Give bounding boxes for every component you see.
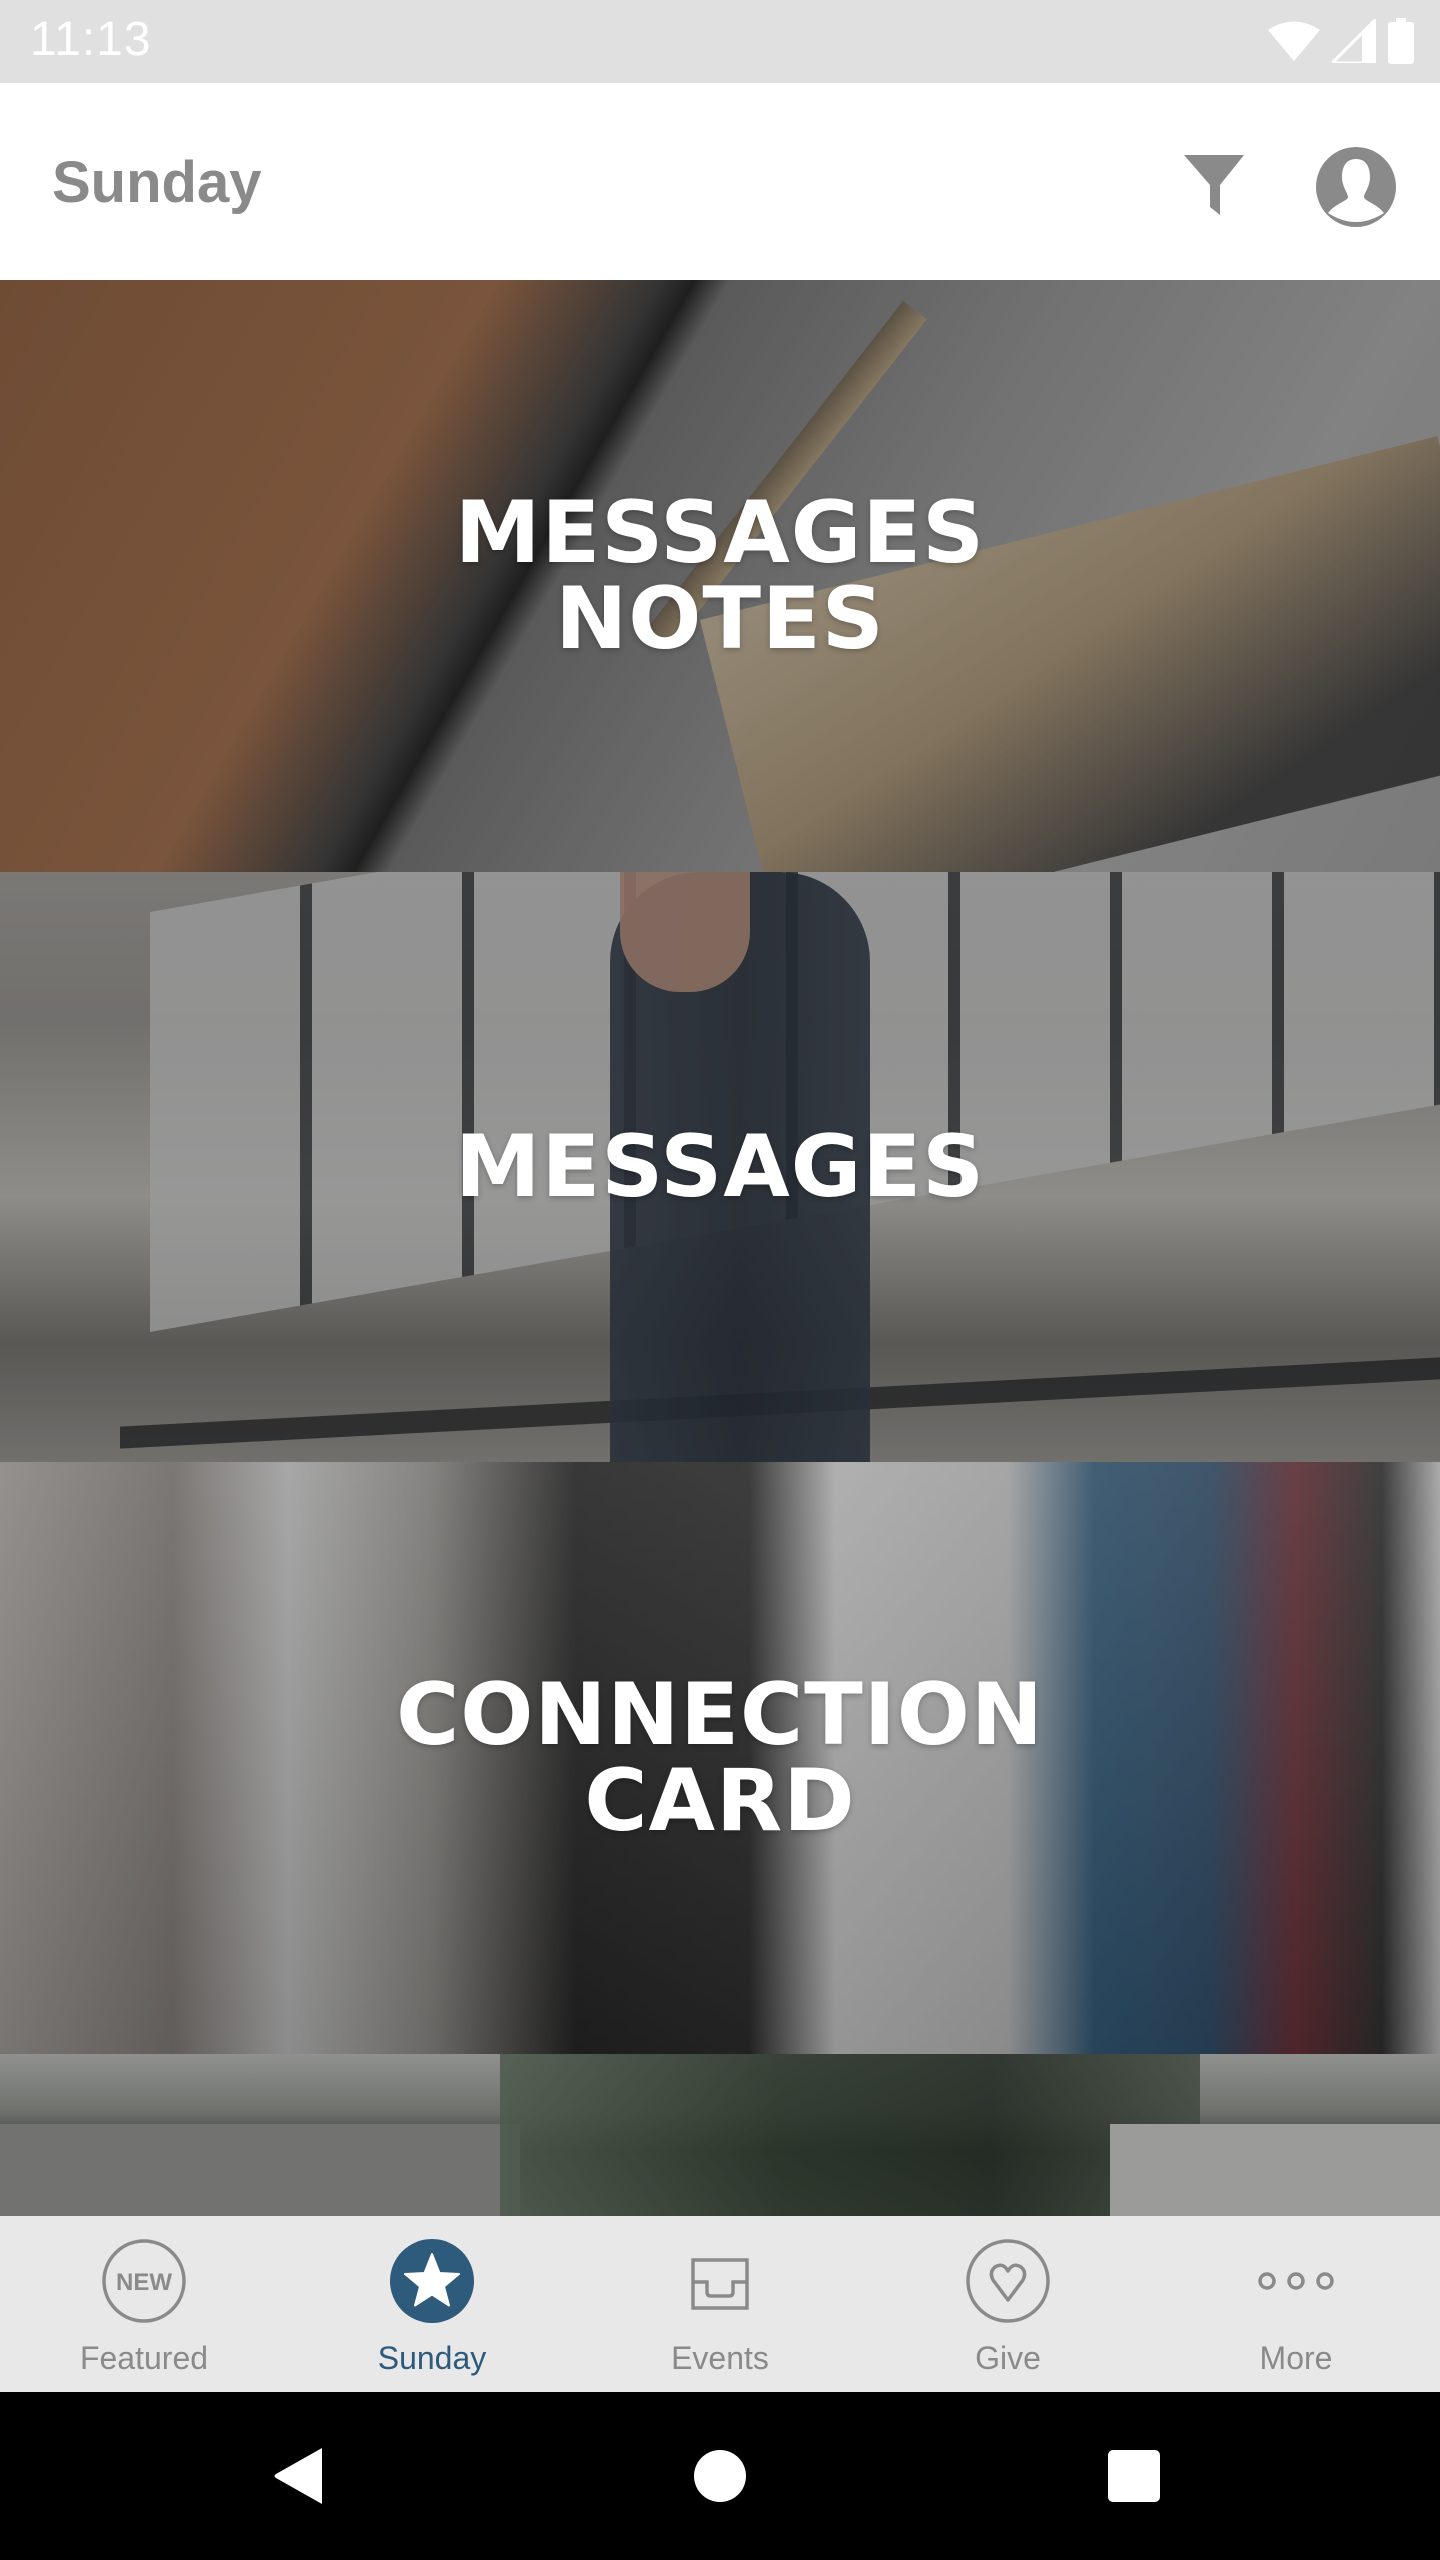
tile-messages-notes[interactable]: MESSAGES NOTES bbox=[0, 280, 1440, 872]
tile-title-line: MESSAGES bbox=[454, 1117, 986, 1217]
cellular-signal-icon bbox=[1332, 19, 1376, 63]
tile-overlay bbox=[0, 2054, 1440, 2216]
tile-title-line: CARD bbox=[584, 1751, 856, 1851]
battery-icon bbox=[1388, 18, 1414, 64]
app-bar: Sunday bbox=[0, 83, 1440, 280]
heart-circle-icon bbox=[965, 2238, 1051, 2324]
new-badge-text: NEW bbox=[116, 2269, 172, 2296]
nav-item-give[interactable]: Give bbox=[864, 2216, 1152, 2392]
system-home-button[interactable] bbox=[690, 2446, 750, 2506]
nav-label: Events bbox=[671, 2340, 769, 2376]
tile-title-line: CONNECTION bbox=[396, 1665, 1044, 1765]
tile-title: CONNECTION CARD bbox=[0, 1672, 1440, 1844]
system-navigation-bar bbox=[0, 2392, 1440, 2560]
tile-title: MESSAGES NOTES bbox=[0, 490, 1440, 662]
home-icon bbox=[694, 2450, 746, 2502]
back-icon bbox=[274, 2448, 322, 2504]
filter-icon bbox=[1184, 155, 1244, 215]
system-recents-button[interactable] bbox=[1104, 2446, 1164, 2506]
nav-label: More bbox=[1259, 2340, 1333, 2376]
status-time: 11:13 bbox=[30, 13, 152, 66]
nav-item-more[interactable]: More bbox=[1152, 2216, 1440, 2392]
tile-connection-card[interactable]: CONNECTION CARD bbox=[0, 1462, 1440, 2054]
nav-item-events[interactable]: Events bbox=[576, 2216, 864, 2392]
nav-item-sunday[interactable]: Sunday bbox=[288, 2216, 576, 2392]
tile-title: MESSAGES bbox=[0, 1124, 1440, 1210]
profile-button[interactable] bbox=[1314, 145, 1398, 229]
recents-icon bbox=[1108, 2450, 1160, 2502]
nav-label: Give bbox=[975, 2340, 1041, 2376]
status-icons bbox=[1268, 18, 1414, 64]
nav-label: Sunday bbox=[377, 2340, 487, 2376]
content-tiles: MESSAGES NOTES MESSAGES CONNECTION CARD bbox=[0, 280, 1440, 2216]
nav-label: Featured bbox=[79, 2340, 209, 2376]
tile-campus[interactable] bbox=[0, 2054, 1440, 2216]
inbox-tray-icon bbox=[677, 2238, 763, 2324]
star-circle-icon bbox=[389, 2238, 475, 2324]
tile-messages[interactable]: MESSAGES bbox=[0, 872, 1440, 1462]
system-back-button[interactable] bbox=[272, 2446, 332, 2506]
nav-item-featured[interactable]: NEW Featured bbox=[0, 2216, 288, 2392]
more-dots-icon bbox=[1253, 2238, 1339, 2324]
filter-button[interactable] bbox=[1180, 149, 1248, 217]
account-circle-icon bbox=[1316, 147, 1396, 227]
tile-title-line: NOTES bbox=[555, 569, 885, 669]
new-badge-icon: NEW bbox=[101, 2238, 187, 2324]
bottom-navigation: NEW Featured Sunday Events Give More bbox=[0, 2216, 1440, 2392]
tile-title-line: MESSAGES bbox=[454, 483, 986, 583]
page-title: Sunday bbox=[52, 150, 262, 215]
status-bar: 11:13 bbox=[0, 0, 1440, 83]
wifi-icon bbox=[1268, 21, 1320, 61]
